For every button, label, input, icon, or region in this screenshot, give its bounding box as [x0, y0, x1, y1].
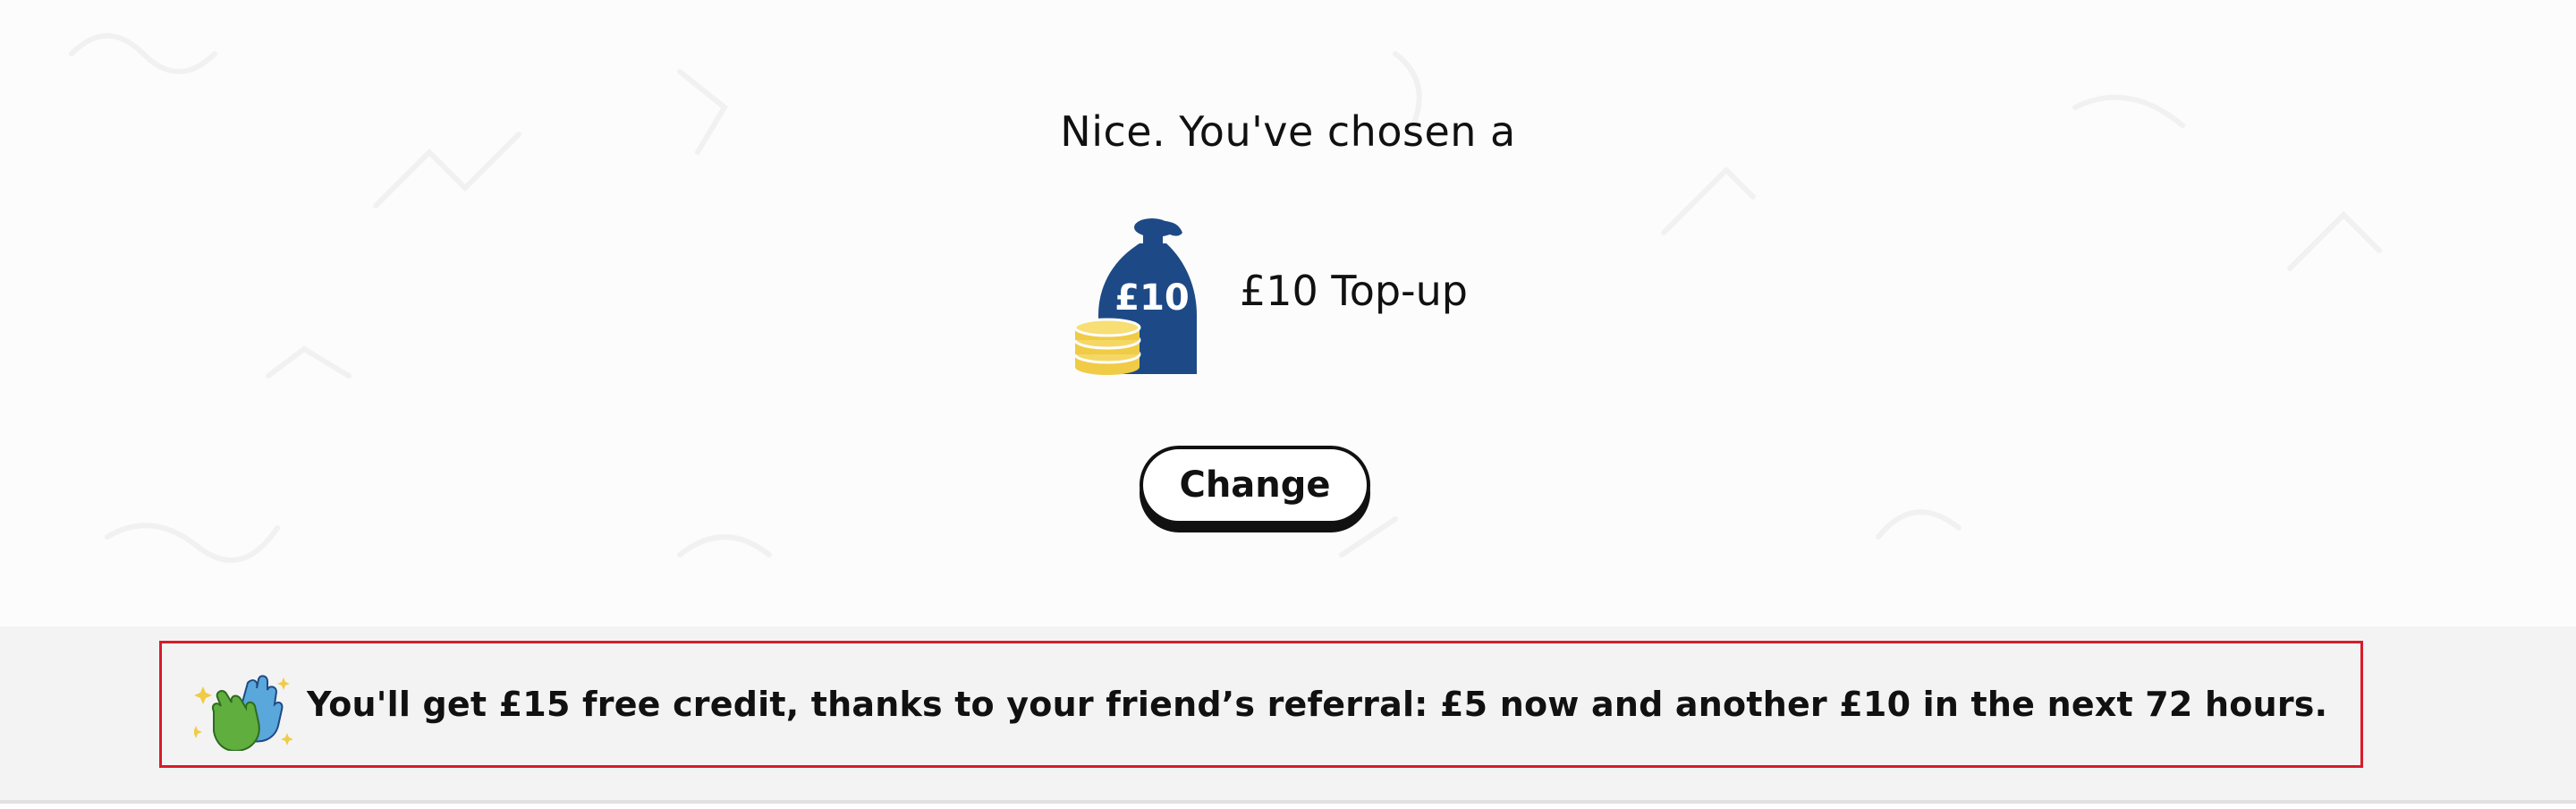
selected-product: £10 £10 Top-up — [1070, 215, 1517, 376]
coin-stack-icon — [1073, 318, 1141, 375]
money-bag-icon: £10 — [1070, 215, 1204, 376]
divider — [0, 800, 2576, 804]
selection-panel: Nice. You've chosen a £10 £10 Top-up Cha… — [0, 0, 2576, 626]
referral-banner: You'll get £15 free credit, thanks to yo… — [159, 641, 2363, 768]
bag-label: £10 — [1114, 277, 1190, 319]
product-name: £10 Top-up — [1240, 267, 1468, 315]
selection-heading: Nice. You've chosen a — [1060, 107, 1516, 156]
change-button[interactable]: Change — [1140, 446, 1370, 524]
bag-neck — [1143, 233, 1163, 245]
high-five-hands-icon — [190, 674, 293, 753]
referral-message: You'll get £15 free credit, thanks to yo… — [307, 685, 2328, 724]
